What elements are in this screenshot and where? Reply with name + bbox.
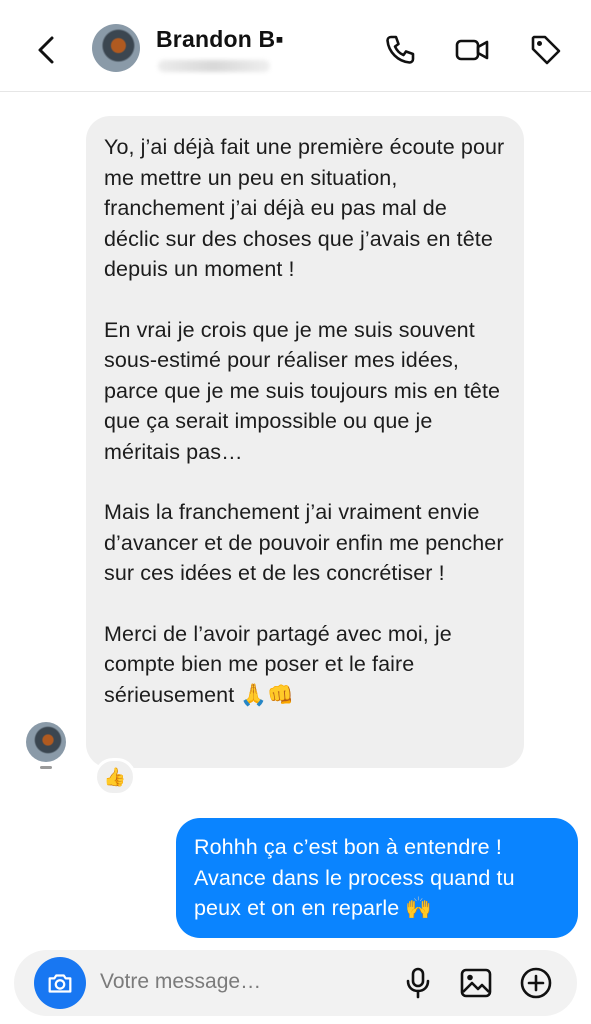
tag-icon[interactable]	[528, 32, 564, 68]
outgoing-message-text: Rohhh ça c’est bon à entendre ! Avance d…	[194, 835, 515, 920]
contact-avatar[interactable]	[92, 24, 140, 72]
outgoing-message-bubble[interactable]: Rohhh ça c’est bon à entendre ! Avance d…	[176, 818, 578, 938]
image-icon[interactable]	[458, 965, 494, 1001]
sender-avatar[interactable]	[26, 722, 66, 762]
microphone-icon[interactable]	[400, 965, 436, 1001]
message-paragraph: Yo, j’ai déjà fait une première écoute p…	[104, 135, 505, 281]
camera-icon	[48, 974, 72, 993]
back-arrow-icon[interactable]	[32, 30, 62, 70]
chat-header: Brandon B▪	[0, 0, 591, 92]
message-paragraph: Mais la franchement j’ai vraiment envie …	[104, 500, 504, 585]
avatar-indicator	[40, 766, 52, 769]
message-paragraph: En vrai je crois que je me suis souvent …	[104, 317, 501, 464]
camera-button[interactable]	[34, 957, 86, 1009]
message-composer: Votre message…	[14, 950, 577, 1016]
incoming-message-bubble[interactable]: Yo, j’ai déjà fait une première écoute p…	[86, 116, 524, 768]
phone-icon[interactable]	[382, 32, 418, 68]
contact-name[interactable]: Brandon B▪	[156, 26, 284, 53]
video-camera-icon[interactable]	[454, 32, 490, 68]
message-input[interactable]: Votre message…	[100, 970, 261, 994]
thumbs-up-reaction[interactable]: 👍	[94, 758, 136, 796]
add-icon[interactable]	[518, 965, 554, 1001]
message-paragraph: Merci de l’avoir partagé avec moi, je co…	[104, 621, 452, 707]
contact-status-blurred	[158, 60, 270, 72]
